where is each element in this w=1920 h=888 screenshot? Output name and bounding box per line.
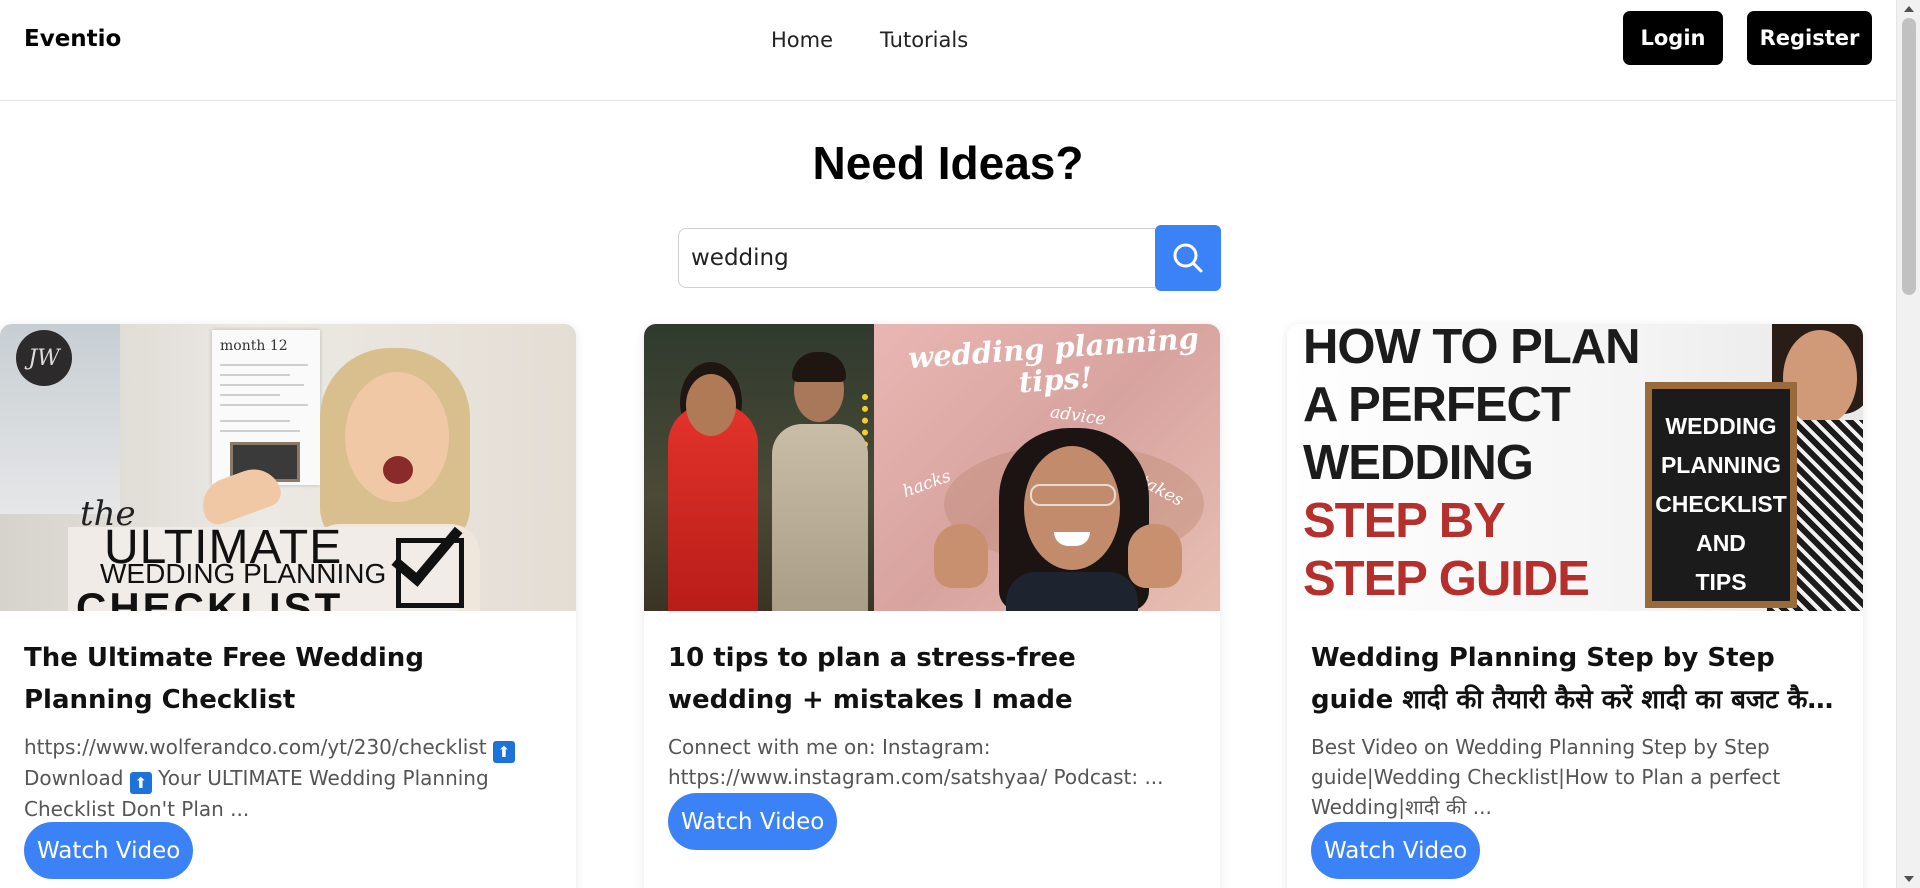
desc-line: https://www.wolferandco.com/yt/230/check… bbox=[24, 735, 487, 759]
video-card: wedding planning tips! advice hacks mist… bbox=[644, 324, 1220, 888]
video-description: Best Video on Wedding Planning Step by S… bbox=[1311, 732, 1831, 822]
nav-tutorials-link[interactable]: Tutorials bbox=[880, 28, 968, 52]
watch-video-button[interactable]: Watch Video bbox=[668, 793, 838, 850]
scrollbar-thumb[interactable] bbox=[1902, 18, 1916, 295]
main-nav: Home Tutorials bbox=[771, 28, 968, 52]
nav-home-link[interactable]: Home bbox=[771, 28, 833, 52]
up-arrow-icon: ⬆ bbox=[492, 741, 515, 763]
desc-line: Your ULTIMATE Wedding Planning bbox=[158, 766, 489, 790]
thumb-text: HOW TO PLAN bbox=[1303, 324, 1641, 374]
board-text: CHECKLIST bbox=[1655, 491, 1787, 517]
video-thumbnail[interactable]: HOW TO PLAN A PERFECT WEDDING STEP BY ST… bbox=[1287, 324, 1863, 611]
video-title[interactable]: 10 tips to plan a stress-free wedding + … bbox=[668, 637, 1198, 721]
sheet-title: month 12 bbox=[220, 338, 288, 354]
video-title[interactable]: The Ultimate Free Wedding Planning Check… bbox=[24, 637, 554, 721]
thumb-text: STEP BY bbox=[1303, 494, 1506, 548]
watch-video-button[interactable]: Watch Video bbox=[24, 822, 194, 879]
search-input[interactable] bbox=[678, 228, 1155, 288]
search-bar bbox=[678, 225, 1221, 291]
board-text: AND bbox=[1696, 530, 1746, 556]
thumb-text-checklist: CHECKLIST bbox=[76, 584, 344, 611]
desc-line: Checklist Don't Plan ... bbox=[24, 797, 250, 821]
page-title: Need Ideas? bbox=[812, 137, 1084, 189]
page: Eventio Home Tutorials Login Register Ne… bbox=[0, 0, 1896, 888]
chalkboard-sign: WEDDING PLANNING CHECKLIST AND TIPS bbox=[1645, 382, 1797, 608]
video-title[interactable]: Wedding Planning Step by Step guide शादी… bbox=[1311, 637, 1841, 721]
thumb-text: tips! bbox=[1017, 360, 1094, 400]
board-text: TIPS bbox=[1695, 569, 1747, 595]
brand-logo[interactable]: Eventio bbox=[24, 26, 121, 52]
login-button[interactable]: Login bbox=[1623, 11, 1723, 65]
board-text: WEDDING bbox=[1665, 413, 1777, 439]
page-scrollbar[interactable] bbox=[1896, 0, 1920, 888]
up-arrow-icon: ⬆ bbox=[129, 772, 152, 794]
desc-line: Download bbox=[24, 766, 124, 790]
thumb-text: STEP GUIDE bbox=[1303, 552, 1590, 606]
scroll-up-icon[interactable] bbox=[1904, 6, 1914, 12]
desc-line: guide|Wedding Checklist|How to Plan a pe… bbox=[1311, 765, 1781, 789]
board-text: PLANNING bbox=[1660, 452, 1782, 478]
video-card: HOW TO PLAN A PERFECT WEDDING STEP BY ST… bbox=[1287, 324, 1863, 888]
thumb-text: A PERFECT bbox=[1303, 378, 1571, 432]
desc-line: Best Video on Wedding Planning Step by S… bbox=[1311, 735, 1770, 759]
scroll-down-icon[interactable] bbox=[1904, 876, 1914, 882]
video-thumbnail[interactable]: JW month 12 the ULTIMATE WEDDING PLANNIN… bbox=[0, 324, 576, 611]
channel-logo: JW bbox=[16, 330, 72, 386]
desc-line: Connect with me on: Instagram: bbox=[668, 735, 991, 759]
navbar: Eventio Home Tutorials Login Register bbox=[0, 0, 1896, 101]
video-thumbnail[interactable]: wedding planning tips! advice hacks mist… bbox=[644, 324, 1220, 611]
thumb-text: WEDDING bbox=[1303, 436, 1534, 490]
auth-buttons: Login Register bbox=[1623, 11, 1872, 65]
video-description: https://www.wolferandco.com/yt/230/check… bbox=[24, 732, 544, 824]
video-card: JW month 12 the ULTIMATE WEDDING PLANNIN… bbox=[0, 324, 576, 888]
desc-line: Wedding|शादी की ... bbox=[1311, 795, 1492, 819]
search-icon bbox=[1173, 243, 1203, 273]
video-description: Connect with me on: Instagram: https://w… bbox=[668, 732, 1188, 792]
register-button[interactable]: Register bbox=[1747, 11, 1872, 65]
search-button[interactable] bbox=[1155, 225, 1221, 291]
desc-line: https://www.instagram.com/satshyaa/ Podc… bbox=[668, 765, 1164, 789]
watch-video-button[interactable]: Watch Video bbox=[1311, 822, 1481, 879]
